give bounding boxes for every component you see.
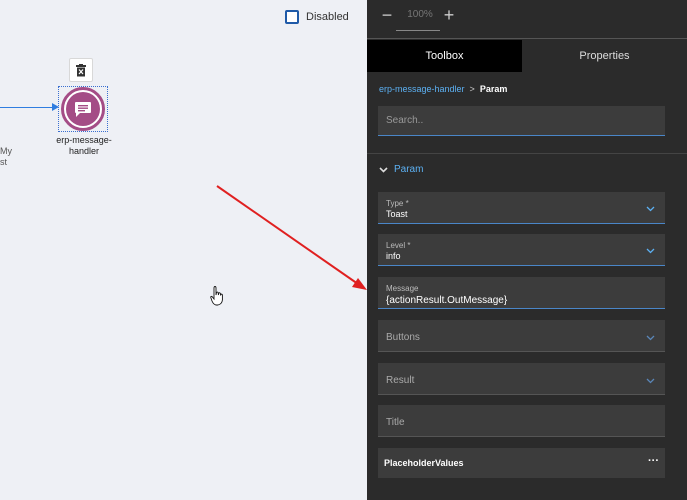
- search-placeholder: Search..: [386, 115, 424, 126]
- placeholder-values-row[interactable]: PlaceholderValues ···: [378, 448, 665, 478]
- message-label: Message: [386, 284, 419, 293]
- flow-canvas[interactable]: Disabled erp-message- handler My st: [0, 0, 367, 500]
- level-label: Level *: [386, 241, 411, 250]
- node-label: erp-message- handler: [56, 135, 112, 156]
- breadcrumb: erp-message-handler > Param: [379, 84, 507, 94]
- level-value: info: [386, 251, 401, 261]
- result-select[interactable]: Result: [378, 363, 665, 395]
- type-value: Toast: [386, 209, 408, 219]
- zoom-input-underline: [396, 30, 440, 31]
- buttons-placeholder: Buttons: [386, 332, 420, 343]
- search-input[interactable]: Search..: [378, 106, 665, 136]
- chevron-down-icon: [646, 204, 655, 214]
- chevron-down-icon: [646, 333, 655, 343]
- zoom-in-button[interactable]: +: [441, 5, 457, 25]
- chevron-down-icon: [379, 165, 388, 175]
- more-options-icon[interactable]: ···: [648, 455, 659, 467]
- side-panel: − 100% + Toolbox Properties erp-message-…: [367, 0, 687, 500]
- title-placeholder: Title: [386, 417, 405, 428]
- disabled-checkbox[interactable]: Disabled: [285, 10, 349, 24]
- breadcrumb-parent-link[interactable]: erp-message-handler: [379, 84, 465, 94]
- breadcrumb-current: Param: [479, 84, 508, 94]
- panel-tabs: Toolbox Properties: [367, 40, 687, 72]
- tab-toolbox[interactable]: Toolbox: [367, 40, 522, 72]
- zoom-out-button[interactable]: −: [379, 5, 395, 25]
- hand-cursor-icon: [210, 286, 223, 306]
- chat-message-icon: [75, 101, 91, 117]
- placeholder-values-label: PlaceholderValues: [384, 458, 464, 468]
- zoom-controls: − 100% +: [367, 0, 687, 39]
- title-field[interactable]: Title: [378, 405, 665, 437]
- delete-node-button[interactable]: [69, 58, 93, 82]
- connection-edge[interactable]: [0, 107, 54, 108]
- disabled-label: Disabled: [306, 11, 349, 23]
- tab-properties[interactable]: Properties: [522, 40, 687, 72]
- section-divider: [367, 153, 687, 154]
- level-select[interactable]: Level * info: [378, 234, 665, 266]
- chevron-down-icon: [646, 376, 655, 386]
- type-select[interactable]: Type * Toast: [378, 192, 665, 224]
- message-handler-node[interactable]: [61, 87, 105, 131]
- buttons-select[interactable]: Buttons: [378, 320, 665, 352]
- message-value: {actionResult.OutMessage}: [386, 295, 508, 306]
- param-section-header[interactable]: Param: [379, 164, 423, 175]
- breadcrumb-separator: >: [469, 84, 475, 94]
- section-title: Param: [394, 164, 424, 175]
- zoom-level-input[interactable]: 100%: [401, 9, 439, 20]
- offscreen-node-label: My st: [0, 146, 12, 167]
- type-label: Type *: [386, 199, 409, 208]
- trash-icon: [76, 63, 86, 76]
- result-placeholder: Result: [386, 375, 415, 386]
- chevron-down-icon: [646, 246, 655, 256]
- checkbox-icon[interactable]: [285, 10, 299, 24]
- message-field[interactable]: Message {actionResult.OutMessage}: [378, 277, 665, 309]
